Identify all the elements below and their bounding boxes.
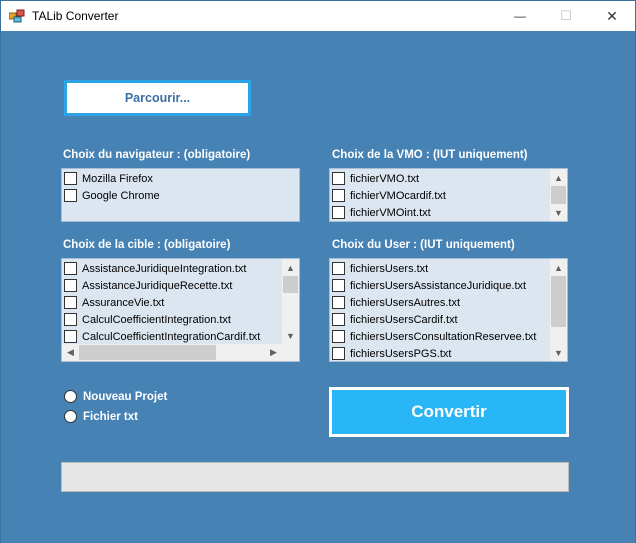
radio-label: Fichier txt	[83, 410, 138, 423]
app-icon	[9, 9, 25, 23]
radio-button[interactable]	[64, 410, 77, 423]
checkbox[interactable]	[332, 189, 345, 202]
list-item-label: CalculCoefficientIntegration.txt	[82, 313, 231, 326]
list-item[interactable]: Mozilla Firefox	[62, 170, 160, 187]
browse-button[interactable]: Parcourir...	[64, 80, 251, 116]
list-item[interactable]: fichiersUsersPGS.txt	[330, 345, 536, 361]
list-item-label: fichiersUsersAutres.txt	[350, 296, 461, 309]
title-bar[interactable]: TALib Converter — ☐ ✕	[1, 1, 635, 31]
browser-list-label: Choix du navigateur : (obligatoire)	[63, 149, 251, 161]
scroll-down-icon[interactable]: ▼	[550, 204, 567, 221]
list-item[interactable]: fichierVMOint.txt	[330, 204, 446, 221]
maximize-button[interactable]: ☐	[543, 1, 589, 31]
app-window: TALib Converter — ☐ ✕ Parcourir... Choix…	[0, 0, 636, 543]
convert-button[interactable]: Convertir	[329, 387, 569, 437]
list-item[interactable]: fichiersUsers.txt	[330, 260, 536, 277]
radio-nouveau-projet[interactable]: Nouveau Projet	[64, 390, 167, 403]
checkbox[interactable]	[64, 262, 77, 275]
checkbox[interactable]	[332, 172, 345, 185]
list-item-label: fichierVMOcardif.txt	[350, 189, 446, 202]
list-item-label: fichierVMO.txt	[350, 172, 420, 185]
vertical-scrollbar[interactable]: ▲ ▼	[282, 259, 299, 344]
list-item-label: fichierVMOint.txt	[350, 206, 431, 219]
user-checklist[interactable]: fichiersUsers.txt fichiersUsersAssistanc…	[329, 258, 568, 362]
list-item-label: Google Chrome	[82, 189, 160, 202]
list-item[interactable]: fichierVMOcardif.txt	[330, 187, 446, 204]
list-item-label: fichiersUsersConsultationReservee.txt	[350, 330, 537, 343]
list-item-label: AssuranceVie.txt	[82, 296, 165, 309]
list-item[interactable]: CalculCoefficientIntegrationCardif.txt	[62, 328, 260, 345]
list-item[interactable]: fichierVMO.txt	[330, 170, 446, 187]
vmo-list-label: Choix de la VMO : (IUT uniquement)	[332, 149, 528, 161]
radio-fichier-txt[interactable]: Fichier txt	[64, 410, 138, 423]
list-item[interactable]: CalculCoefficientIntegration.txt	[62, 311, 260, 328]
progress-bar	[61, 462, 569, 492]
checkbox[interactable]	[64, 189, 77, 202]
scroll-thumb[interactable]	[283, 276, 298, 293]
checkbox[interactable]	[64, 296, 77, 309]
checkbox[interactable]	[332, 313, 345, 326]
checkbox[interactable]	[332, 262, 345, 275]
target-checklist[interactable]: AssistanceJuridiqueIntegration.txt Assis…	[61, 258, 300, 362]
list-item[interactable]: fichiersUsersAssistanceJuridique.txt	[330, 277, 536, 294]
scroll-thumb[interactable]	[551, 186, 566, 204]
maximize-icon: ☐	[560, 8, 572, 23]
checkbox[interactable]	[332, 206, 345, 219]
list-item-label: fichiersUsersPGS.txt	[350, 347, 452, 360]
list-item-label: fichiersUsersAssistanceJuridique.txt	[350, 279, 527, 292]
vertical-scrollbar[interactable]: ▲ ▼	[550, 259, 567, 361]
browser-checklist[interactable]: Mozilla Firefox Google Chrome	[61, 168, 300, 222]
vertical-scrollbar[interactable]: ▲ ▼	[550, 169, 567, 221]
scroll-down-icon[interactable]: ▼	[282, 327, 299, 344]
checkbox[interactable]	[64, 279, 77, 292]
list-item-label: fichiersUsersCardif.txt	[350, 313, 458, 326]
radio-button[interactable]	[64, 390, 77, 403]
user-list-label: Choix du User : (IUT uniquement)	[332, 239, 515, 251]
radio-label: Nouveau Projet	[83, 390, 168, 403]
window-title: TALib Converter	[32, 9, 119, 23]
list-item-label: fichiersUsers.txt	[350, 262, 429, 275]
list-item-label: CalculCoefficientIntegrationCardif.txt	[82, 330, 261, 343]
checkbox[interactable]	[332, 296, 345, 309]
scroll-right-icon[interactable]: ▶	[265, 344, 282, 361]
scroll-left-icon[interactable]: ◀	[62, 344, 79, 361]
list-item[interactable]: AssistanceJuridiqueIntegration.txt	[62, 260, 260, 277]
scroll-up-icon[interactable]: ▲	[550, 169, 567, 186]
list-item[interactable]: fichiersUsersAutres.txt	[330, 294, 536, 311]
scroll-corner	[282, 344, 299, 361]
close-button[interactable]: ✕	[589, 1, 635, 31]
list-item[interactable]: AssistanceJuridiqueRecette.txt	[62, 277, 260, 294]
target-list-label: Choix de la cible : (obligatoire)	[63, 239, 231, 251]
scroll-up-icon[interactable]: ▲	[550, 259, 567, 276]
list-item-label: Mozilla Firefox	[82, 172, 153, 185]
list-item[interactable]: Google Chrome	[62, 187, 160, 204]
scroll-up-icon[interactable]: ▲	[282, 259, 299, 276]
checkbox[interactable]	[332, 347, 345, 360]
list-item[interactable]: fichiersUsersCardif.txt	[330, 311, 536, 328]
form-client-area: Parcourir... Choix du navigateur : (obli…	[1, 31, 635, 543]
scroll-thumb[interactable]	[551, 276, 566, 327]
scroll-thumb[interactable]	[79, 345, 216, 360]
minimize-icon: —	[514, 9, 526, 23]
list-item-label: AssistanceJuridiqueIntegration.txt	[82, 262, 247, 275]
list-item[interactable]: AssuranceVie.txt	[62, 294, 260, 311]
checkbox[interactable]	[64, 172, 77, 185]
checkbox[interactable]	[332, 279, 345, 292]
close-icon: ✕	[606, 7, 618, 24]
vmo-checklist[interactable]: fichierVMO.txt fichierVMOcardif.txt fich…	[329, 168, 568, 222]
list-item-label: AssistanceJuridiqueRecette.txt	[82, 279, 233, 292]
scroll-down-icon[interactable]: ▼	[550, 344, 567, 361]
checkbox[interactable]	[64, 313, 77, 326]
checkbox[interactable]	[332, 330, 345, 343]
minimize-button[interactable]: —	[497, 1, 543, 31]
list-item[interactable]: fichiersUsersConsultationReservee.txt	[330, 328, 536, 345]
checkbox[interactable]	[64, 330, 77, 343]
horizontal-scrollbar[interactable]: ◀ ▶	[62, 344, 282, 361]
